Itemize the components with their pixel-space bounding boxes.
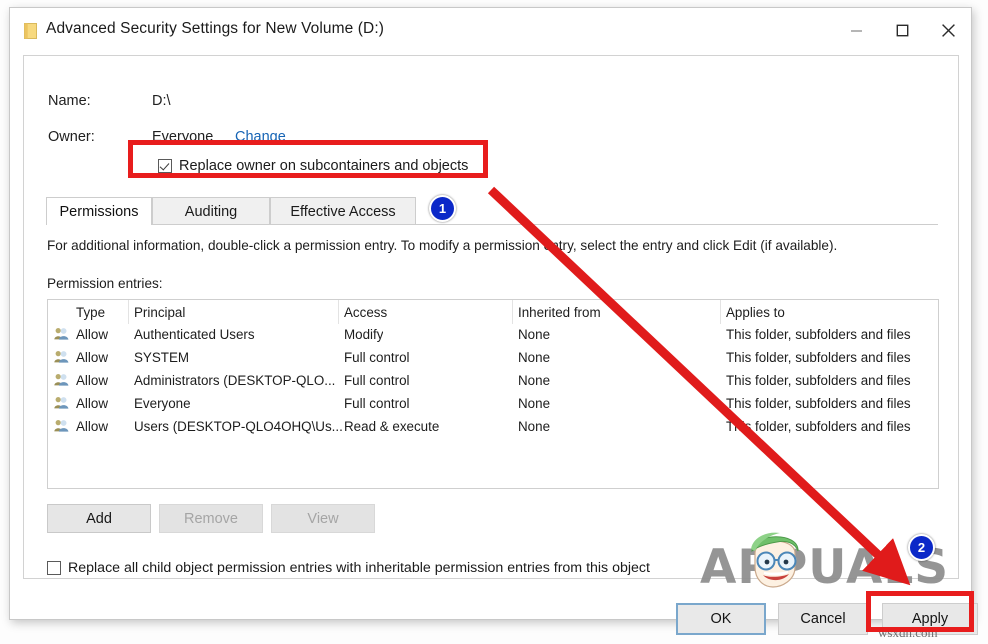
cell-inherited-from: None [518,327,550,342]
cell-principal: Everyone [134,396,191,411]
cell-type: Allow [76,350,108,365]
advanced-security-settings-window: Advanced Security Settings for New Volum… [9,7,972,620]
step-badge-1: 1 [429,195,456,222]
replace-owner-checkbox-row[interactable]: Replace owner on subcontainers and objec… [158,158,468,174]
cell-inherited-from: None [518,373,550,388]
view-button: View [271,504,375,533]
replace-child-label: Replace all child object permission entr… [68,560,650,576]
cell-type: Allow [76,396,108,411]
close-icon[interactable] [925,8,971,52]
users-icon [54,419,69,435]
cell-access: Full control [344,373,410,388]
folder-icon [24,23,37,39]
help-text: For additional information, double-click… [47,238,837,253]
column-header-type: Type [76,305,105,320]
permission-entries-label: Permission entries: [47,276,163,291]
replace-child-checkbox-row[interactable]: Replace all child object permission entr… [47,560,650,576]
tab-underline [46,224,938,225]
cell-access: Full control [344,396,410,411]
users-icon [54,327,69,343]
cell-inherited-from: None [518,419,550,434]
column-header-applies-to: Applies to [726,305,785,320]
ok-button[interactable]: OK [676,603,766,635]
table-row[interactable]: Allow Users (DESKTOP-QLO4OHQ\Us...Read & … [48,416,938,439]
replace-owner-label: Replace owner on subcontainers and objec… [179,158,468,174]
screenshot-root: Advanced Security Settings for New Volum… [0,0,988,644]
name-value: D:\ [152,93,171,109]
step-badge-2: 2 [908,534,935,561]
users-icon [54,396,69,412]
cell-type: Allow [76,419,108,434]
cell-principal: Authenticated Users [134,327,255,342]
cell-principal: SYSTEM [134,350,189,365]
cell-applies-to: This folder, subfolders and files [726,327,911,342]
table-row[interactable]: Allow SYSTEM Full control None This folder, … [48,347,938,370]
owner-value: Everyone [152,129,213,145]
owner-label: Owner: [48,129,95,145]
add-button[interactable]: Add [47,504,151,533]
table-row[interactable]: Allow Authenticated Users Modify None This f… [48,324,938,347]
tab-auditing[interactable]: Auditing [152,197,270,225]
column-header-inherited-from: Inherited from [518,305,601,320]
dialog-body-panel: Name: D:\ Owner: Everyone Change Replace… [23,55,959,579]
cell-applies-to: This folder, subfolders and files [726,419,911,434]
cell-principal: Administrators (DESKTOP-QLO... [134,373,335,388]
site-watermark: wsxdn.com [878,625,938,641]
cell-applies-to: This folder, subfolders and files [726,396,911,411]
minimize-icon[interactable] [833,8,879,52]
users-icon [54,350,69,366]
table-header-row: Type Principal Access Inherited from App… [48,300,938,324]
replace-child-checkbox[interactable] [47,561,61,575]
cell-type: Allow [76,373,108,388]
table-row[interactable]: Allow Everyone Full control None This folder… [48,393,938,416]
cell-applies-to: This folder, subfolders and files [726,350,911,365]
column-header-access: Access [344,305,387,320]
table-row[interactable]: Allow Administrators (DESKTOP-QLO... Full … [48,370,938,393]
tab-active-underline [47,224,151,226]
cell-principal: Users (DESKTOP-QLO4OHQ\Us... [134,419,343,434]
column-header-principal: Principal [134,305,185,320]
replace-owner-checkbox[interactable] [158,159,172,173]
tab-effective-access[interactable]: Effective Access [270,197,416,225]
users-icon [54,373,69,389]
change-owner-link[interactable]: Change [235,129,286,145]
title-bar: Advanced Security Settings for New Volum… [10,8,971,52]
cell-inherited-from: None [518,350,550,365]
tab-permissions[interactable]: Permissions [46,197,152,225]
cancel-button[interactable]: Cancel [778,603,868,635]
remove-button: Remove [159,504,263,533]
name-label: Name: [48,93,91,109]
permission-entries-list[interactable]: Type Principal Access Inherited from App… [47,299,939,489]
cell-access: Full control [344,350,410,365]
window-controls [833,8,971,52]
cell-inherited-from: None [518,396,550,411]
cell-access: Modify [344,327,383,342]
maximize-icon[interactable] [879,8,925,52]
window-title: Advanced Security Settings for New Volum… [46,20,384,38]
tab-strip: Permissions Auditing Effective Access [46,197,938,225]
cell-applies-to: This folder, subfolders and files [726,373,911,388]
cell-type: Allow [76,327,108,342]
cell-access: Read & execute [344,419,439,434]
